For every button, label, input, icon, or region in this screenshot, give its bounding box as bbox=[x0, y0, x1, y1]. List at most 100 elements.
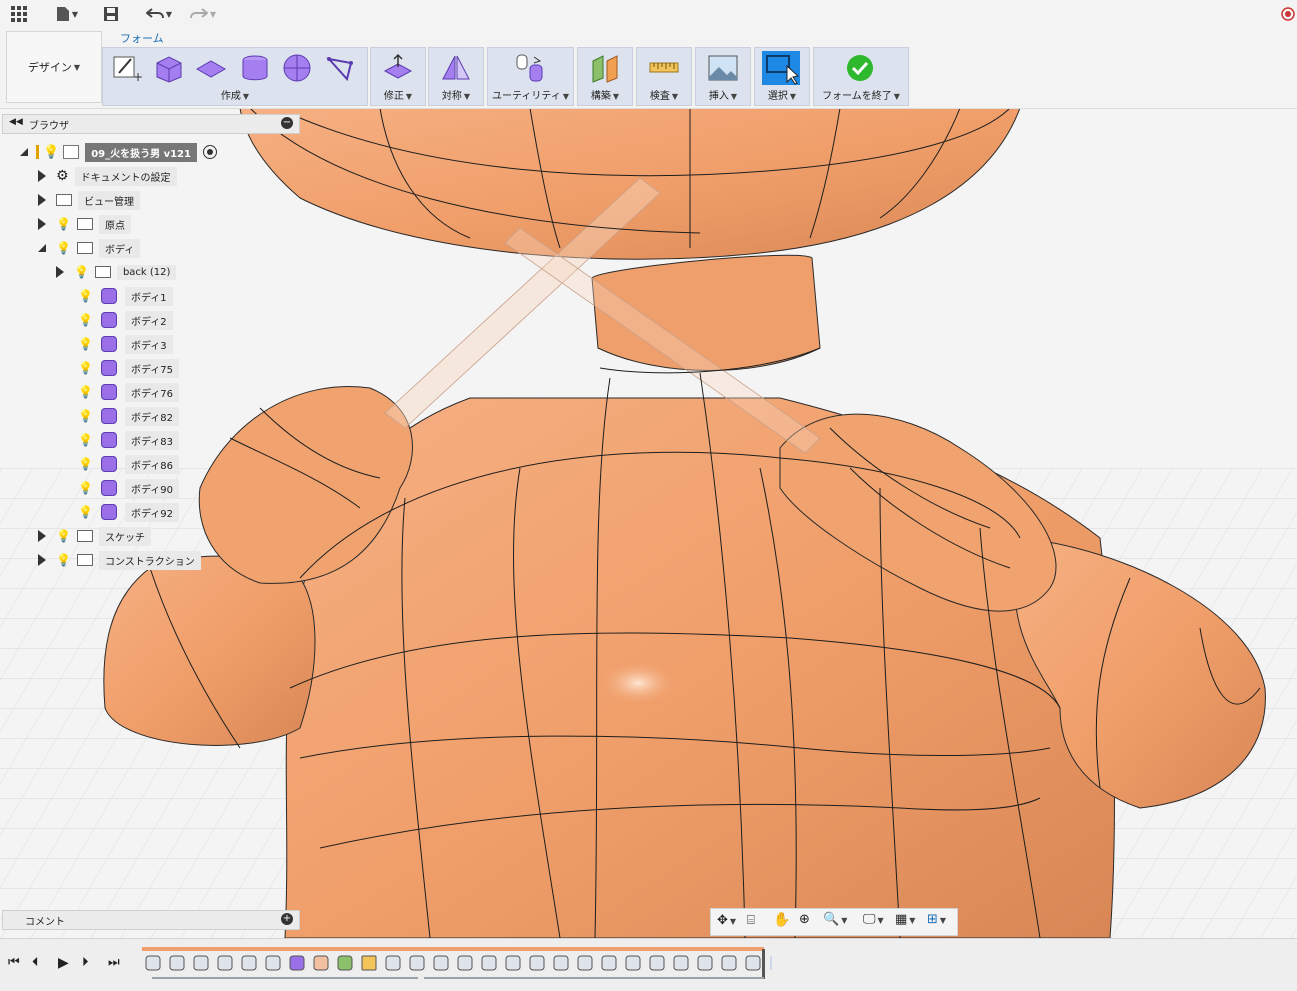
group-select-label[interactable]: 選択 ▼ bbox=[755, 87, 809, 102]
group-modify-label[interactable]: 修正 ▼ bbox=[371, 87, 425, 102]
workspace-switcher[interactable]: デザイン ▼ bbox=[6, 31, 102, 103]
visibility-bulb-icon[interactable]: 💡 bbox=[78, 409, 93, 423]
tree-item-label: コンストラクション bbox=[98, 550, 201, 570]
visibility-bulb-icon[interactable]: 💡 bbox=[78, 385, 93, 399]
sphere-form-icon[interactable] bbox=[281, 53, 313, 83]
expand-icon[interactable] bbox=[38, 194, 46, 206]
tree-item-view-management[interactable]: ビュー管理 bbox=[38, 190, 140, 210]
box-form-icon[interactable] bbox=[153, 53, 185, 83]
activate-radio-icon[interactable] bbox=[202, 145, 217, 159]
convert-icon[interactable] bbox=[514, 53, 546, 83]
visibility-bulb-icon[interactable]: 💡 bbox=[43, 145, 59, 160]
plane-form-icon[interactable] bbox=[195, 53, 227, 83]
visibility-bulb-icon[interactable]: 💡 bbox=[78, 505, 93, 519]
tree-item-body75[interactable]: 💡 ボディ75 bbox=[78, 358, 179, 378]
tree-root[interactable]: 💡 09_火を扱う男 v121 bbox=[20, 142, 217, 162]
tree-item-body1[interactable]: 💡 ボディ1 bbox=[78, 286, 173, 306]
group-insert-label[interactable]: 挿入 ▼ bbox=[696, 87, 750, 102]
timeline-feature-icon bbox=[721, 955, 737, 971]
finish-form-icon[interactable] bbox=[844, 53, 876, 83]
expand-icon[interactable] bbox=[20, 148, 28, 156]
visibility-bulb-icon[interactable]: 💡 bbox=[78, 481, 93, 495]
create-sketch-icon[interactable]: + bbox=[111, 53, 143, 84]
play-icon[interactable]: ▶ bbox=[58, 955, 69, 971]
expand-icon[interactable] bbox=[38, 530, 46, 542]
visibility-bulb-icon[interactable]: 💡 bbox=[74, 265, 89, 279]
tree-item-back[interactable]: 💡 back (12) bbox=[56, 262, 177, 282]
visibility-bulb-icon[interactable]: 💡 bbox=[78, 289, 93, 303]
quick-access-toolbar: ▼ ▼ ▼ bbox=[0, 0, 1297, 28]
visibility-bulb-icon[interactable]: 💡 bbox=[56, 529, 71, 543]
visibility-bulb-icon[interactable]: 💡 bbox=[78, 337, 93, 351]
tree-item-origin[interactable]: 💡 原点 bbox=[38, 214, 131, 234]
step-forward-icon[interactable]: ⏵ bbox=[82, 955, 89, 970]
pipe-form-icon[interactable] bbox=[325, 53, 357, 83]
tree-item-body92[interactable]: 💡 ボディ92 bbox=[78, 502, 179, 522]
tree-item-bodies[interactable]: 💡 ボディ bbox=[38, 238, 141, 258]
visibility-bulb-icon[interactable]: 💡 bbox=[56, 553, 71, 567]
zoom-icon[interactable]: 🔍 ▼ bbox=[823, 912, 847, 927]
app-grid-icon[interactable] bbox=[8, 3, 30, 25]
tree-item-body86[interactable]: 💡 ボディ86 bbox=[78, 454, 179, 474]
group-utility-label[interactable]: ユーティリティ ▼ bbox=[488, 87, 573, 102]
group-select: 選択 ▼ bbox=[754, 47, 810, 106]
expand-icon[interactable] bbox=[38, 170, 46, 182]
tree-item-body83[interactable]: 💡 ボディ83 bbox=[78, 430, 179, 450]
group-inspect-label[interactable]: 検査 ▼ bbox=[637, 87, 691, 102]
insert-image-icon[interactable] bbox=[707, 53, 739, 83]
tree-item-label: ドキュメントの設定 bbox=[74, 166, 177, 186]
tree-item-body3[interactable]: 💡 ボディ3 bbox=[78, 334, 173, 354]
tree-item-body76[interactable]: 💡 ボディ76 bbox=[78, 382, 179, 402]
tree-item-label: ボディ3 bbox=[124, 334, 173, 354]
visibility-bulb-icon[interactable]: 💡 bbox=[78, 361, 93, 375]
form-body-icon bbox=[100, 480, 117, 496]
edit-form-icon[interactable] bbox=[382, 53, 414, 83]
grid-settings-icon[interactable]: ▦ ▼ bbox=[895, 912, 915, 927]
viewports-icon[interactable]: ⊞ ▼ bbox=[927, 912, 946, 927]
expand-icon[interactable] bbox=[38, 218, 46, 230]
undo-icon[interactable]: ▼ bbox=[142, 3, 176, 25]
expand-icon[interactable] bbox=[56, 266, 64, 278]
visibility-bulb-icon[interactable]: 💡 bbox=[56, 217, 71, 231]
orbit-icon[interactable]: ✥ ▼ bbox=[717, 913, 736, 928]
group-create-label[interactable]: 作成 ▼ bbox=[103, 87, 367, 102]
file-menu-icon[interactable]: ▼ bbox=[52, 3, 82, 25]
visibility-bulb-icon[interactable]: 💡 bbox=[78, 313, 93, 327]
minimize-icon[interactable]: − bbox=[281, 117, 293, 129]
step-back-icon[interactable]: ⏴ bbox=[32, 955, 39, 970]
construct-plane-icon[interactable] bbox=[589, 53, 621, 83]
group-symmetry-label[interactable]: 対称 ▼ bbox=[429, 87, 483, 102]
pan-icon[interactable]: ✋ bbox=[773, 912, 790, 928]
group-finish-form-label[interactable]: フォームを終了 ▼ bbox=[814, 87, 908, 102]
comments-panel-header[interactable]: コメント + bbox=[2, 910, 300, 930]
browser-panel-header[interactable]: ◀◀ ブラウザ − bbox=[2, 114, 300, 134]
collapse-panel-icon[interactable]: ◀◀ bbox=[9, 117, 23, 127]
add-comment-icon[interactable]: + bbox=[281, 913, 293, 925]
group-construct-label[interactable]: 構築 ▼ bbox=[578, 87, 632, 102]
select-icon[interactable] bbox=[761, 50, 801, 86]
zoom-window-icon[interactable]: ⊕ bbox=[799, 912, 810, 927]
tree-item-body2[interactable]: 💡 ボディ2 bbox=[78, 310, 173, 330]
look-at-icon[interactable]: ⌸ bbox=[747, 913, 755, 928]
go-to-start-icon[interactable]: ⏮ bbox=[8, 955, 20, 970]
tree-item-construction[interactable]: 💡 コンストラクション bbox=[38, 550, 201, 570]
mirror-icon[interactable] bbox=[440, 53, 472, 83]
save-icon[interactable] bbox=[100, 3, 122, 25]
redo-icon[interactable]: ▼ bbox=[186, 3, 220, 25]
visibility-bulb-icon[interactable]: 💡 bbox=[78, 457, 93, 471]
group-modify: 修正 ▼ bbox=[370, 47, 426, 106]
tree-item-sketches[interactable]: 💡 スケッチ bbox=[38, 526, 151, 546]
measure-icon[interactable] bbox=[648, 53, 680, 83]
expand-icon[interactable] bbox=[38, 244, 46, 252]
visibility-bulb-icon[interactable]: 💡 bbox=[56, 241, 71, 255]
tree-item-label: 原点 bbox=[98, 214, 131, 234]
record-icon[interactable] bbox=[1280, 3, 1296, 25]
tree-item-body82[interactable]: 💡 ボディ82 bbox=[78, 406, 179, 426]
cylinder-form-icon[interactable] bbox=[239, 53, 271, 83]
display-settings-icon[interactable]: 🖵 ▼ bbox=[863, 912, 884, 927]
tree-item-document-settings[interactable]: ⚙ ドキュメントの設定 bbox=[38, 166, 177, 186]
expand-icon[interactable] bbox=[38, 554, 46, 566]
visibility-bulb-icon[interactable]: 💡 bbox=[78, 433, 93, 447]
tree-item-body90[interactable]: 💡 ボディ90 bbox=[78, 478, 179, 498]
go-to-end-icon[interactable]: ⏭ bbox=[108, 955, 120, 970]
